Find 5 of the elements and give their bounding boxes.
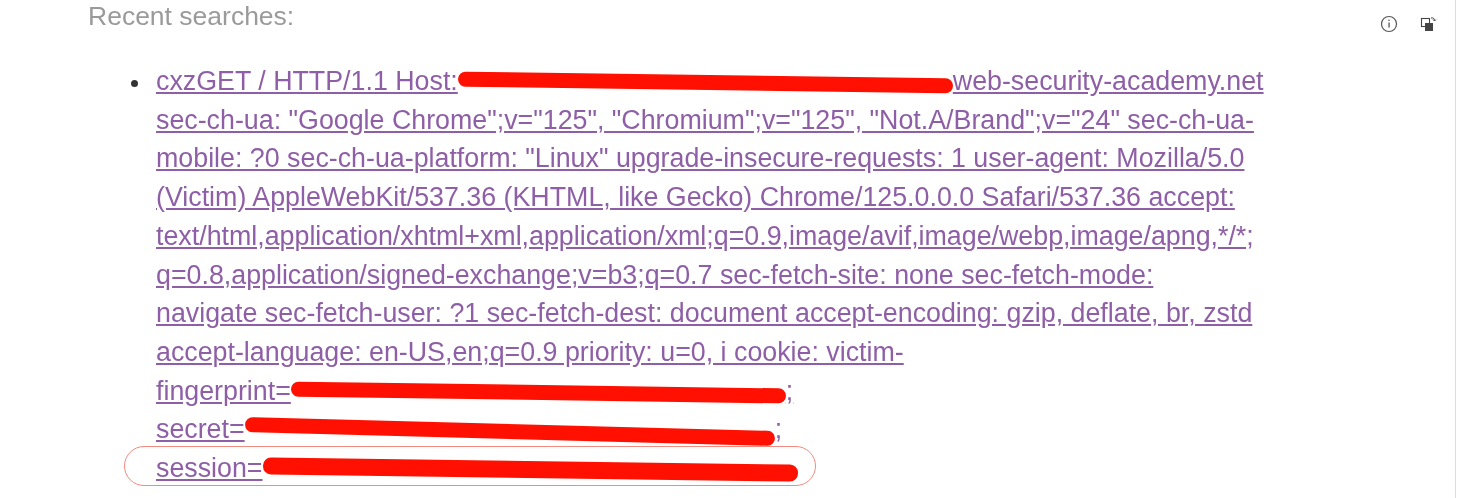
section-heading: Recent searches:	[88, 0, 295, 32]
bullet-icon	[131, 80, 138, 87]
swap-windows-icon[interactable]	[1420, 15, 1438, 33]
info-icon[interactable]	[1380, 15, 1398, 33]
search-link[interactable]: cxzGET / HTTP/1.1 Host: web-security-academy.net sec-ch-ua: "Google Chrome";v="125", "Chromium";v="125", "Not.A/Brand";v="24" sec-ch-ua- mobile: ?0 sec-ch-ua-platform: "Linux" upgrade-insecure-requests: 1 user-agent: Mozilla/5.0 (Victim) AppleWebKit/537.36 (KHTML, like Gecko) Chrome/125.0.0.0 Safari/537.36 accept: text/html,application/xhtml+xml,application/xml;q=0.9,image/avif,image/webp,image/apng,*/*; q=0.8,application/signed-exchange;v=b3;q=0.7 sec-fetch-site: none sec-fetch-mode: navigate sec-fetch-user: ?1 sec-fetch-dest: document accept-encoding: gzip, deflate, br, zstd accept-language: en-US,en;q=0.9 priority: u=0, i cookie: victim- fingerprint= ; secret= ; session=	[156, 62, 1264, 488]
